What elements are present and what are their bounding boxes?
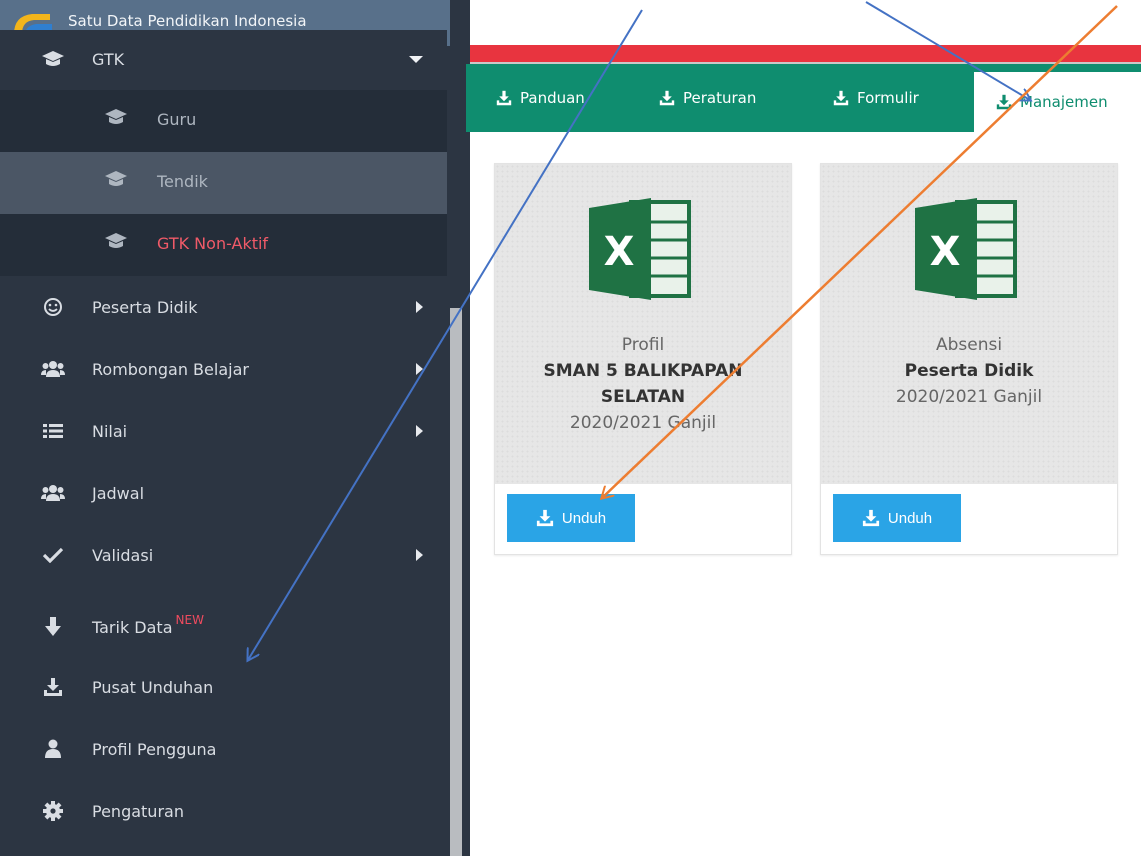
card-line4: 2020/2021 Ganjil [569, 413, 717, 433]
scrollbar-thumb[interactable] [450, 308, 462, 856]
tab-formulir[interactable]: Formulir [833, 64, 919, 132]
download-icon [996, 94, 1012, 110]
sidebar-item-label: Rombongan Belajar [92, 359, 249, 379]
tab-panduan[interactable]: Panduan [496, 64, 585, 132]
sidebar-item-peserta-didik[interactable]: Peserta Didik [0, 276, 447, 338]
button-label: Unduh [887, 509, 933, 527]
chevron-right-icon [416, 363, 423, 375]
download-tabs: Panduan Peraturan Formulir Manajemen [466, 64, 1141, 132]
svg-text:X: X [930, 229, 961, 275]
sidebar-item-label: Pengaturan [92, 801, 184, 821]
card-thumbnail: X Absensi Peserta Didik 2020/2021 Ganjil [821, 164, 1117, 484]
card-line3: SELATAN [600, 387, 686, 407]
card-line2: SMAN 5 BALIKPAPAN [543, 361, 743, 381]
sidebar: Satu Data Pendidikan Indonesia GTK Guru … [0, 0, 470, 856]
list-icon [40, 418, 66, 444]
sidebar-subitem-tendik[interactable]: Tendik [0, 152, 447, 214]
sidebar-item-label: Validasi [92, 545, 154, 565]
user-icon [40, 736, 66, 762]
sidebar-item-validasi[interactable]: Validasi [0, 524, 447, 586]
graduation-cap-icon [104, 232, 128, 254]
sidebar-item-nilai[interactable]: Nilai [0, 400, 447, 462]
chevron-right-icon [416, 301, 423, 313]
download-icon [40, 674, 66, 700]
brand-name: Satu Data Pendidikan Indonesia [68, 12, 307, 30]
card-line1: Absensi [935, 335, 1003, 355]
sidebar-item-gtk[interactable]: GTK [0, 30, 447, 88]
tab-label: Manajemen [1020, 93, 1108, 111]
unduh-button[interactable]: Unduh [507, 494, 635, 542]
sidebar-item-tarik-data[interactable]: Tarik Data NEW [0, 596, 447, 658]
download-icon [496, 90, 512, 106]
check-icon [40, 542, 66, 568]
gear-icon [40, 798, 66, 824]
button-label: Unduh [561, 509, 607, 527]
card-line1: Profil [621, 335, 665, 355]
graduation-cap-icon [104, 170, 128, 192]
tab-label: Formulir [857, 89, 919, 107]
tab-peraturan[interactable]: Peraturan [659, 64, 756, 132]
download-icon [862, 509, 879, 527]
sidebar-item-label: Pusat Unduhan [92, 677, 214, 697]
tab-label: Peraturan [683, 89, 757, 107]
download-card-profil: X Profil SMAN 5 BALIKPAPAN SELATAN 2020/… [494, 163, 792, 555]
sidebar-item-label: Peserta Didik [92, 297, 198, 317]
tab-manajemen[interactable]: Manajemen [974, 72, 1141, 132]
card-caption: Absensi Peserta Didik 2020/2021 Ganjil [821, 332, 1117, 410]
svg-text:X: X [604, 229, 635, 275]
sidebar-item-jadwal[interactable]: Jadwal [0, 462, 447, 524]
main-content: Panduan Peraturan Formulir Manajemen X P… [466, 0, 1141, 856]
smile-icon [40, 294, 66, 320]
graduation-cap-icon [104, 108, 128, 130]
sidebar-item-label: Profil Pengguna [92, 739, 217, 759]
excel-icon: X [915, 198, 1017, 300]
download-card-absensi: X Absensi Peserta Didik 2020/2021 Ganjil… [820, 163, 1118, 555]
unduh-button[interactable]: Unduh [833, 494, 961, 542]
caret-down-icon [409, 56, 423, 63]
new-badge: NEW [175, 612, 204, 627]
sidebar-subitem-guru[interactable]: Guru [0, 90, 447, 152]
sidebar-item-label: Tarik Data NEW [92, 613, 204, 637]
sidebar-item-pengaturan[interactable]: Pengaturan [0, 780, 447, 842]
sidebar-item-pusat-unduhan[interactable]: Pusat Unduhan [0, 656, 447, 718]
card-thumbnail: X Profil SMAN 5 BALIKPAPAN SELATAN 2020/… [495, 164, 791, 484]
page-header [470, 0, 1141, 45]
chevron-right-icon [416, 549, 423, 561]
download-icon [659, 90, 675, 106]
sidebar-subitem-gtk-nonaktif[interactable]: GTK Non-Aktif [0, 214, 447, 276]
users-icon [40, 480, 66, 506]
sidebar-subitem-label: GTK Non-Aktif [157, 234, 269, 253]
sidebar-item-label: GTK [92, 49, 125, 69]
tarik-data-label: Tarik Data [92, 617, 173, 637]
sidebar-subitem-label: Tendik [157, 172, 208, 191]
sidebar-subitem-label: Guru [157, 110, 197, 129]
graduation-cap-icon [40, 46, 66, 72]
download-icon [833, 90, 849, 106]
chevron-right-icon [416, 425, 423, 437]
excel-icon: X [589, 198, 691, 300]
download-icon [536, 509, 553, 527]
users-icon [40, 356, 66, 382]
card-caption: Profil SMAN 5 BALIKPAPAN SELATAN 2020/20… [495, 332, 791, 436]
arrow-down-icon [40, 614, 66, 640]
tab-label: Panduan [520, 89, 585, 107]
card-line3: 2020/2021 Ganjil [895, 387, 1043, 407]
sidebar-item-rombongan-belajar[interactable]: Rombongan Belajar [0, 338, 447, 400]
sidebar-item-profil-pengguna[interactable]: Profil Pengguna [0, 718, 447, 780]
alert-bar [470, 0, 1141, 64]
sidebar-item-label: Jadwal [92, 483, 145, 503]
sidebar-item-label: Nilai [92, 421, 128, 441]
card-line2: Peserta Didik [904, 361, 1034, 381]
